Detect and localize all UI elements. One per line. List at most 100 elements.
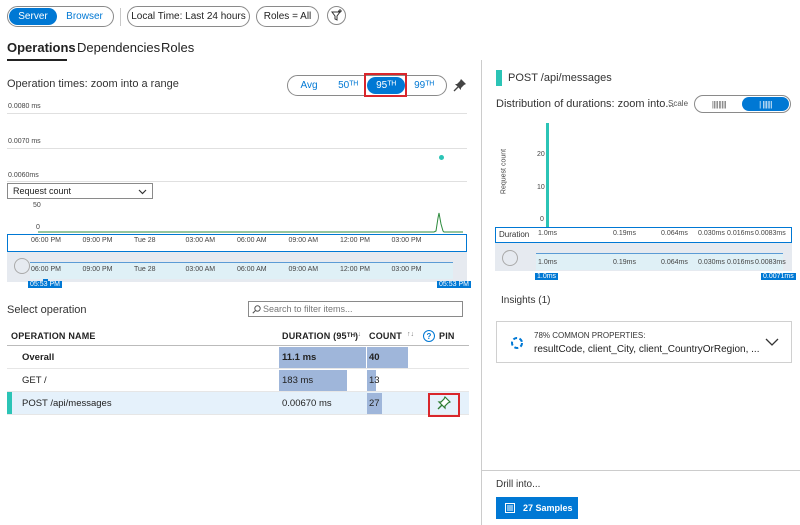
tab-dependencies[interactable]: Dependencies bbox=[77, 40, 160, 55]
col-count[interactable]: COUNT bbox=[369, 331, 402, 341]
count-value: 40 bbox=[369, 351, 380, 363]
insight-percent: 78% COMMON PROPERTIES: bbox=[534, 331, 646, 340]
selected-color-chip bbox=[496, 70, 502, 86]
pin-highlight bbox=[428, 393, 460, 417]
chevron-down-icon bbox=[138, 189, 147, 195]
percentile-99[interactable]: 99ᵀᴴ bbox=[405, 80, 443, 91]
count-value: 27 bbox=[369, 397, 380, 409]
gridline-top bbox=[7, 113, 467, 114]
add-filter-button[interactable] bbox=[327, 6, 346, 25]
dist-tick-5: 0.0083ms bbox=[755, 230, 786, 237]
dist-axis-ticks: 1.0ms 0.19ms 0.064ms 0.030ms 0.016ms 0.0083ms bbox=[0, 230, 800, 242]
range-start-label: 05:53 PM bbox=[28, 281, 62, 288]
dist-range-tick-5: 0.0083ms bbox=[755, 259, 786, 266]
data-point bbox=[439, 155, 444, 160]
dist-y-label: Request count bbox=[500, 148, 508, 195]
server-button[interactable]: Server bbox=[9, 8, 57, 25]
sort-duration-icon[interactable]: ↑↓ bbox=[354, 331, 361, 338]
search-icon bbox=[252, 305, 261, 314]
search-placeholder: Search to filter items... bbox=[263, 304, 353, 314]
duration-value: 0.00670 ms bbox=[282, 397, 332, 409]
percentile-50[interactable]: 50ᵀᴴ bbox=[329, 80, 367, 91]
drill-title: Drill into... bbox=[496, 479, 541, 490]
browser-button[interactable]: Browser bbox=[57, 11, 112, 22]
scale-log[interactable]: | |||||| bbox=[742, 97, 789, 111]
dist-range-end-label: 0.0071ms bbox=[761, 273, 796, 280]
selected-indicator bbox=[7, 392, 12, 414]
tab-roles[interactable]: Roles bbox=[161, 40, 194, 55]
scale-toggle: ||||||||| | |||||| bbox=[694, 95, 791, 113]
operation-name: POST /api/messages bbox=[22, 397, 112, 409]
help-icon[interactable]: ? bbox=[423, 330, 435, 342]
dist-y-tick-0: 0 bbox=[540, 216, 544, 223]
roles-button[interactable]: Roles = All bbox=[256, 6, 319, 27]
insights-title: Insights (1) bbox=[501, 295, 551, 306]
operation-search-input[interactable]: Search to filter items... bbox=[248, 301, 463, 317]
samples-label: 27 Samples bbox=[523, 503, 573, 513]
dist-tick-3: 0.030ms bbox=[698, 230, 725, 237]
insight-card[interactable]: 78% COMMON PROPERTIES: resultCode, clien… bbox=[496, 321, 792, 363]
table-row-selected[interactable]: POST /api/messages 0.00670 ms 27 bbox=[7, 392, 469, 415]
loading-icon bbox=[511, 337, 523, 349]
dist-y-tick-10: 10 bbox=[537, 184, 545, 191]
metric-dropdown[interactable]: Request count bbox=[7, 183, 153, 199]
filter-add-icon bbox=[331, 9, 342, 21]
sort-count-icon[interactable]: ↑↓ bbox=[407, 331, 414, 338]
duration-value: 11.1 ms bbox=[282, 351, 317, 363]
dist-range-tick-0: 1.0ms bbox=[538, 259, 558, 266]
col-operation-name[interactable]: OPERATION NAME bbox=[11, 331, 96, 341]
gridline-mid bbox=[7, 148, 467, 149]
percentile-avg[interactable]: Avg bbox=[289, 80, 329, 91]
dist-tick-0: 1.0ms bbox=[538, 230, 558, 237]
roles-label: Roles = All bbox=[263, 11, 312, 22]
dist-bar bbox=[546, 123, 549, 227]
tab-operations-underline bbox=[7, 59, 67, 61]
dist-y-tick-20: 20 bbox=[537, 151, 545, 158]
dist-range-start-label: 1.0ms bbox=[535, 273, 559, 280]
tab-dependencies-label: Dependencies bbox=[77, 40, 161, 55]
drill-divider bbox=[481, 470, 800, 471]
percentile-95-highlight bbox=[364, 73, 407, 97]
dist-range-ticks: 1.0ms 0.19ms 0.064ms 0.030ms 0.016ms 0.0083ms bbox=[0, 259, 800, 271]
scale-label: Scale bbox=[668, 99, 689, 108]
dist-range-tick-4: 0.016ms bbox=[727, 259, 754, 266]
dist-range-tick-2: 0.064ms bbox=[661, 259, 688, 266]
dist-range-tick-1: 0.19ms bbox=[613, 259, 636, 266]
operation-name: Overall bbox=[22, 351, 55, 363]
dist-tick-4: 0.016ms bbox=[727, 230, 754, 237]
detail-title: POST /api/messages bbox=[508, 72, 612, 84]
pin-chart-icon[interactable] bbox=[453, 78, 467, 92]
insight-properties: resultCode, client_City, client_CountryO… bbox=[534, 344, 760, 355]
list-icon bbox=[505, 503, 515, 513]
metric-dropdown-value: Request count bbox=[13, 186, 72, 196]
tab-roles-label: Roles bbox=[161, 40, 195, 55]
toolbar-divider bbox=[120, 8, 121, 26]
select-operation-title: Select operation bbox=[7, 304, 87, 316]
table-row[interactable]: Overall 11.1 ms 40 bbox=[7, 346, 469, 369]
server-browser-toggle: Server Browser bbox=[7, 6, 114, 27]
count-value: 13 bbox=[369, 374, 380, 386]
tab-operations-label: Operations bbox=[7, 40, 76, 55]
distribution-title: Distribution of durations: zoom into... bbox=[496, 98, 675, 110]
tab-operations[interactable]: Operations bbox=[7, 40, 76, 55]
time-range-label: Local Time: Last 24 hours bbox=[131, 11, 246, 22]
gridline-bottom bbox=[7, 181, 467, 182]
operation-times-title: Operation times: zoom into a range bbox=[7, 78, 179, 90]
dist-tick-2: 0.064ms bbox=[661, 230, 688, 237]
y-tick-0080: 0.0080 ms bbox=[8, 103, 41, 110]
panel-divider bbox=[481, 60, 482, 525]
time-range-button[interactable]: Local Time: Last 24 hours bbox=[127, 6, 250, 27]
col-pin: PIN bbox=[439, 331, 455, 341]
range-end-label: 05:53 PM bbox=[437, 281, 471, 288]
operation-name: GET / bbox=[22, 374, 47, 386]
dist-tick-1: 0.19ms bbox=[613, 230, 636, 237]
dist-range-tick-3: 0.030ms bbox=[698, 259, 725, 266]
duration-value: 183 ms bbox=[282, 374, 314, 386]
col-duration[interactable]: DURATION (95ᵀᴴ) bbox=[282, 331, 358, 341]
y-tick-0070: 0.0070 ms bbox=[8, 138, 41, 145]
table-row[interactable]: GET / 183 ms 13 bbox=[7, 369, 469, 392]
scale-linear[interactable]: ||||||||| bbox=[696, 100, 742, 109]
samples-button[interactable]: 27 Samples bbox=[496, 497, 578, 519]
y-tick-0060: 0.0060ms bbox=[8, 172, 39, 179]
chevron-down-icon[interactable] bbox=[765, 338, 779, 346]
